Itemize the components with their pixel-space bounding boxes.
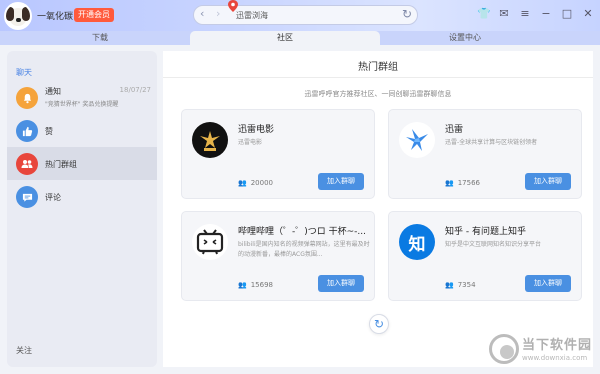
xunlei-bird-logo [399, 122, 435, 158]
group-description: 迅雷电影 [238, 139, 263, 146]
group-icon [16, 153, 38, 175]
thumbs-up-icon [16, 120, 38, 142]
main-panel: 热门群组 迅雷呼呼官方推荐社区、一同创聊迅雷群聊信息 迅雷电影 迅雷电影 👥 2… [163, 51, 593, 367]
sidebar-item-notification[interactable]: 通知 18/07/27 "竞猜世界杯" 奖品兑换提醒 [7, 81, 157, 114]
member-count-value: 17566 [457, 179, 480, 187]
bell-icon [16, 87, 38, 109]
window-controls: 👕 ✉ ≡ − □ ✕ [477, 7, 594, 21]
tab-strip: 下载 社区 设置中心 [0, 31, 600, 45]
forward-arrow-icon[interactable]: › [216, 7, 220, 20]
sidebar-item-label: 热门群组 [45, 160, 77, 169]
watermark-url: www.downxia.com [522, 354, 588, 362]
refresh-icon: ↻ [373, 317, 385, 331]
notification-preview: "竞猜世界杯" 奖品兑换提醒 [45, 101, 119, 108]
sidebar-section-title: 聊天 [16, 68, 32, 77]
watermark-text: 当下软件园 [522, 338, 593, 353]
refresh-groups-button[interactable]: ↻ [369, 314, 389, 334]
sidebar-item-label: 赞 [45, 127, 53, 136]
member-count: 👥 17566 [445, 179, 480, 187]
avatar[interactable] [4, 2, 32, 30]
members-icon: 👥 [445, 179, 454, 187]
watermark: 当下软件园 www.downxia.com [489, 333, 595, 369]
member-count: 👥 7354 [445, 281, 476, 289]
join-group-button[interactable]: 加入群聊 [525, 275, 571, 292]
divider [163, 77, 593, 78]
sidebar-follow[interactable]: 关注 [16, 345, 32, 356]
tab-settings[interactable]: 设置中心 [390, 31, 540, 45]
sidebar: 聊天 通知 18/07/27 "竞猜世界杯" 奖品兑换提醒 赞 热门群组 评论 … [7, 51, 157, 367]
address-text[interactable]: 迅雷浏海 [236, 10, 268, 21]
member-count-value: 7354 [457, 281, 476, 289]
join-group-button[interactable]: 加入群聊 [318, 275, 364, 292]
group-name[interactable]: 迅雷 [445, 122, 577, 135]
avatar-ear-right [22, 7, 30, 21]
members-icon: 👥 [445, 281, 454, 289]
shirt-icon[interactable]: 👕 [477, 7, 491, 21]
sidebar-item-hot-groups[interactable]: 热门群组 [7, 147, 157, 180]
group-description: 知乎是中文互联网知名知识分享平台 [445, 241, 542, 248]
title-bar: 一氧化碳 开通会员 ‹ › 迅雷浏海 ↻ 👕 ✉ ≡ − □ ✕ [0, 0, 600, 31]
tab-download[interactable]: 下载 [30, 31, 170, 45]
notification-date: 18/07/27 [119, 86, 151, 94]
xunlei-movie-logo [192, 122, 228, 158]
vip-button[interactable]: 开通会员 [74, 8, 114, 22]
group-card[interactable]: 迅雷 迅雷-全球共享计算与区块链创领者 👥 17566 加入群聊 [388, 109, 582, 199]
watermark-logo [489, 334, 519, 364]
avatar-nose [16, 18, 21, 22]
group-name[interactable]: 知乎 - 有问题上知乎 [445, 224, 577, 237]
page-title: 热门群组 [358, 62, 398, 73]
zhihu-logo: 知 [399, 224, 435, 260]
group-description: bilibili是国内知名的视频弹幕网站，这里有最及时的动漫新番，最棒的ACG氛… [238, 241, 370, 258]
member-count: 👥 20000 [238, 179, 273, 187]
page-description: 迅雷呼呼官方推荐社区、一同创聊迅雷群聊信息 [304, 90, 452, 98]
mail-icon[interactable]: ✉ [498, 7, 510, 21]
group-name[interactable]: 哔哩哔哩（゜-゜)つロ 干杯~-... [238, 224, 370, 237]
member-count-value: 20000 [250, 179, 273, 187]
username[interactable]: 一氧化碳 [37, 9, 73, 22]
maximize-icon[interactable]: □ [561, 7, 573, 21]
minimize-icon[interactable]: − [540, 7, 552, 21]
sidebar-item-likes[interactable]: 赞 [7, 114, 157, 147]
comment-icon [16, 186, 38, 208]
bilibili-tv-logo [192, 224, 228, 260]
tab-community[interactable]: 社区 [190, 31, 380, 45]
group-card[interactable]: 哔哩哔哩（゜-゜)つロ 干杯~-... bilibili是国内知名的视频弹幕网站… [181, 211, 375, 301]
group-description: 迅雷-全球共享计算与区块链创领者 [445, 139, 538, 146]
group-card[interactable]: 知 知乎 - 有问题上知乎 知乎是中文互联网知名知识分享平台 👥 7354 加入… [388, 211, 582, 301]
address-bar[interactable]: ‹ › 迅雷浏海 ↻ [193, 0, 418, 25]
close-icon[interactable]: ✕ [582, 7, 594, 21]
refresh-icon[interactable]: ↻ [402, 7, 412, 21]
member-count-value: 15698 [250, 281, 273, 289]
avatar-ear-left [6, 7, 14, 21]
sidebar-item-label: 通知 [45, 87, 61, 96]
back-arrow-icon[interactable]: ‹ [200, 7, 204, 20]
sidebar-item-label: 评论 [45, 193, 61, 202]
group-name[interactable]: 迅雷电影 [238, 122, 370, 135]
menu-icon[interactable]: ≡ [519, 7, 531, 21]
join-group-button[interactable]: 加入群聊 [525, 173, 571, 190]
members-icon: 👥 [238, 179, 247, 187]
join-group-button[interactable]: 加入群聊 [318, 173, 364, 190]
sidebar-item-comments[interactable]: 评论 [7, 180, 157, 213]
member-count: 👥 15698 [238, 281, 273, 289]
members-icon: 👥 [238, 281, 247, 289]
group-card[interactable]: 迅雷电影 迅雷电影 👥 20000 加入群聊 [181, 109, 375, 199]
